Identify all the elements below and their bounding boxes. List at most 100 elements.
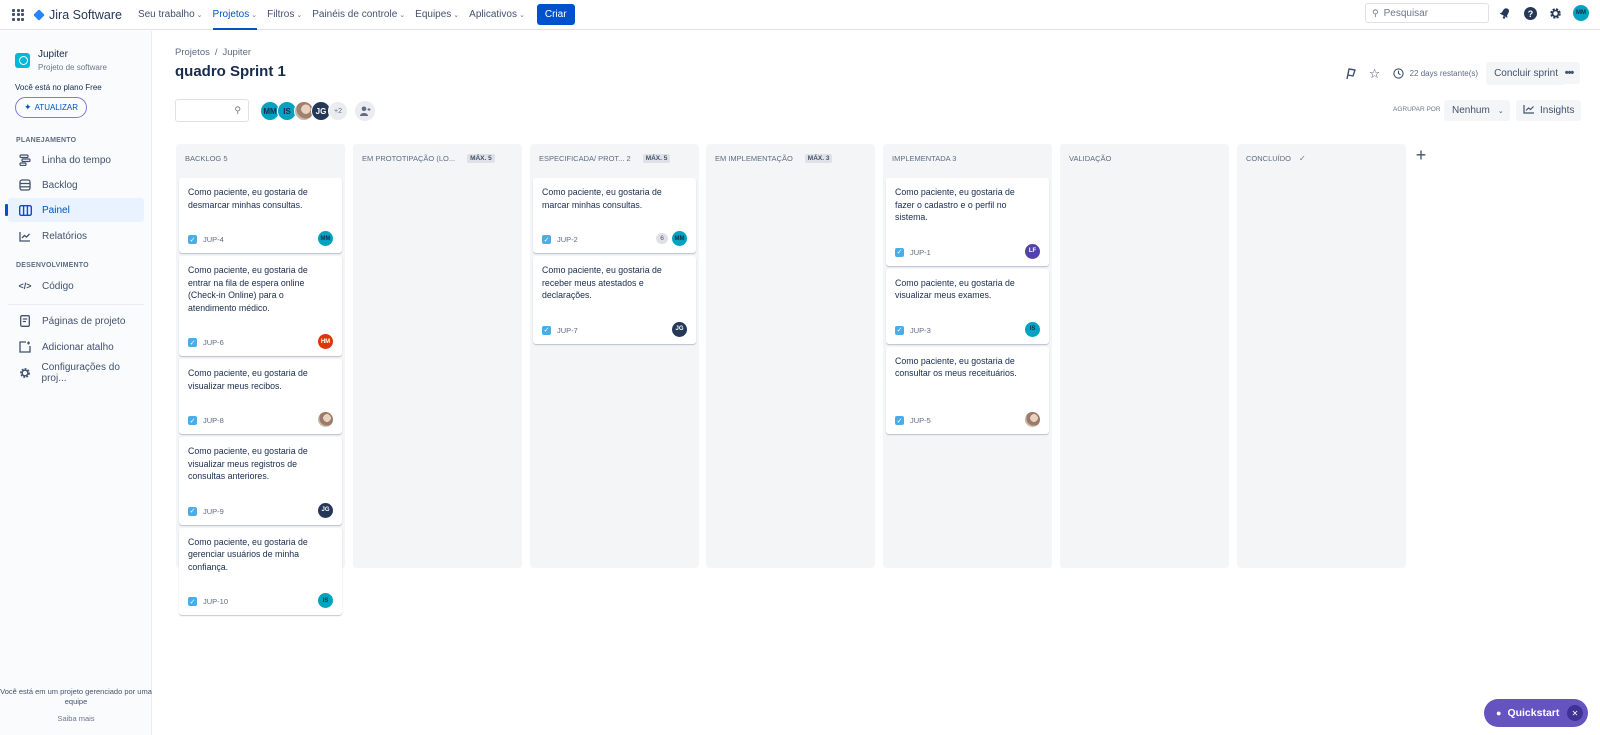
issue-key[interactable]: JUP-5: [910, 416, 931, 425]
breadcrumb-projects[interactable]: Projetos: [175, 47, 210, 58]
assignee-avatar[interactable]: [1025, 412, 1040, 427]
assignee-avatar[interactable]: HM: [318, 334, 333, 349]
group-by-select[interactable]: Nenhum ⌄: [1444, 100, 1510, 121]
issue-key[interactable]: JUP-1: [910, 248, 931, 257]
issue-key[interactable]: JUP-9: [203, 507, 224, 516]
filter-avatar-more[interactable]: +2: [328, 101, 348, 121]
issue-key[interactable]: JUP-6: [203, 338, 224, 347]
assignee-avatar[interactable]: JG: [318, 502, 333, 518]
global-search-input[interactable]: ⚲ Pesquisar: [1365, 3, 1489, 23]
sidebar-item-project-pages[interactable]: Páginas de projeto: [8, 309, 144, 333]
add-shortcut-icon: [18, 340, 32, 354]
top-navigation: Jira Software Seu trabalho ⌄ Projetos ⌄ Fi…: [0, 0, 1600, 30]
sidebar-item-code[interactable]: </> Código: [8, 274, 144, 298]
assignee-avatar[interactable]: IS: [318, 593, 333, 608]
column-header[interactable]: VALIDAÇÃO: [1069, 154, 1111, 163]
board-column: VALIDAÇÃO: [1060, 144, 1229, 568]
column-header[interactable]: EM PROTOTIPAÇÃO (LO... MÁX. 5: [362, 154, 495, 163]
board-icon: [18, 203, 32, 217]
quickstart-button[interactable]: ● Quickstart ✕: [1484, 699, 1588, 727]
nav-teams[interactable]: Equipes ⌄: [415, 0, 459, 30]
board-search-input[interactable]: ⚲: [175, 99, 249, 122]
clock-icon: [1391, 66, 1407, 82]
board-column: BACKLOG 5 Como paciente, eu gostaria de d…: [176, 144, 345, 615]
issue-card[interactable]: Como paciente, eu gostaria de visualizar…: [886, 268, 1049, 344]
star-icon[interactable]: ☆: [1367, 66, 1383, 82]
column-title: CONCLUÍDO: [1246, 154, 1292, 163]
nav-filters[interactable]: Filtros ⌄: [267, 0, 302, 30]
upgrade-button[interactable]: ✦ ATUALIZAR: [15, 97, 87, 118]
issue-card[interactable]: Como paciente, eu gostaria de visualizar…: [179, 437, 342, 525]
column-title: ESPECIFICADA/ PROT... 2: [539, 154, 631, 163]
issue-card[interactable]: Como paciente, eu gostaria de desmarcar …: [179, 178, 342, 253]
issue-summary: Como paciente, eu gostaria de marcar min…: [542, 187, 662, 210]
issue-footer: ✓ JUP-9: [188, 506, 224, 516]
sidebar-item-backlog[interactable]: Backlog: [8, 173, 144, 197]
breadcrumb-project[interactable]: Jupiter: [223, 47, 252, 58]
header-actions: ☆ 22 days restante(s) Concluir sprint: [1335, 62, 1566, 85]
feedback-icon[interactable]: [1343, 66, 1359, 82]
issue-card[interactable]: Como paciente, eu gostaria de marcar min…: [533, 178, 696, 253]
add-column-button[interactable]: +: [1410, 144, 1432, 166]
sidebar-item-add-shortcut[interactable]: Adicionar atalho: [8, 335, 144, 359]
issue-summary: Como paciente, eu gostaria de gerenciar …: [188, 536, 308, 572]
app-name: Jira Software: [49, 7, 122, 22]
board-column: EM IMPLEMENTAÇÃO MÁX. 3: [706, 144, 875, 568]
issue-card[interactable]: Como paciente, eu gostaria de entrar na …: [179, 256, 342, 356]
assignee-avatar[interactable]: [318, 412, 333, 427]
issue-card[interactable]: Como paciente, eu gostaria de consultar …: [886, 346, 1049, 434]
assignee-avatar[interactable]: JG: [672, 321, 687, 337]
issue-card[interactable]: Como paciente, eu gostaria de visualizar…: [179, 359, 342, 434]
board-column: CONCLUÍDO ✓: [1237, 144, 1406, 568]
issue-key[interactable]: JUP-4: [203, 235, 224, 244]
nav-your-work[interactable]: Seu trabalho ⌄: [138, 0, 203, 30]
issue-key[interactable]: JUP-3: [910, 326, 931, 335]
sidebar-item-timeline[interactable]: Linha do tempo: [8, 148, 144, 172]
help-icon[interactable]: ?: [1523, 6, 1537, 20]
nav-apps[interactable]: Aplicativos ⌄: [469, 0, 525, 30]
issue-card[interactable]: Como paciente, eu gostaria de fazer o ca…: [886, 178, 1049, 266]
notifications-icon[interactable]: [1498, 6, 1512, 20]
assignee-avatar[interactable]: IS: [1025, 321, 1040, 337]
assignee-avatar[interactable]: MM: [318, 231, 333, 246]
settings-gear-icon[interactable]: [1548, 6, 1562, 20]
column-title: VALIDAÇÃO: [1069, 154, 1112, 163]
column-header[interactable]: CONCLUÍDO ✓: [1246, 154, 1306, 163]
app-switcher-icon[interactable]: [12, 8, 24, 21]
issue-key[interactable]: JUP-2: [557, 235, 578, 244]
sidebar-item-project-settings[interactable]: Configurações do proj...: [8, 361, 144, 385]
issue-footer: ✓ JUP-7: [542, 325, 578, 335]
issue-key[interactable]: JUP-7: [557, 326, 578, 335]
jira-logo[interactable]: Jira Software: [32, 8, 122, 22]
column-title: IMPLEMENTADA 3: [892, 154, 957, 163]
close-icon[interactable]: ✕: [1567, 705, 1583, 721]
sidebar-item-reports[interactable]: Relatórios: [8, 224, 144, 248]
sidebar-item-label: Backlog: [42, 179, 78, 191]
complete-sprint-button[interactable]: Concluir sprint: [1486, 62, 1566, 85]
issue-key[interactable]: JUP-10: [203, 597, 228, 606]
more-actions-button[interactable]: •••: [1558, 62, 1580, 84]
insights-button[interactable]: Insights: [1516, 100, 1581, 121]
create-button[interactable]: Criar: [536, 4, 575, 25]
user-avatar[interactable]: MM: [1573, 5, 1589, 21]
assignee-avatar[interactable]: MM: [672, 231, 687, 246]
story-checkbox-icon: ✓: [188, 506, 197, 516]
sidebar-item-label: Relatórios: [42, 230, 88, 242]
sidebar-item-board[interactable]: Painel: [8, 198, 144, 222]
nav-projects[interactable]: Projetos ⌄: [212, 0, 257, 30]
section-planning: PLANEJAMENTO: [16, 137, 77, 144]
issue-card[interactable]: Como paciente, eu gostaria de gerenciar …: [179, 527, 342, 615]
issue-key[interactable]: JUP-8: [203, 416, 224, 425]
column-header[interactable]: IMPLEMENTADA 3: [892, 154, 956, 163]
learn-more-link[interactable]: Saiba mais: [0, 714, 152, 723]
column-header[interactable]: ESPECIFICADA/ PROT... 2 MÁX. 5: [539, 154, 671, 163]
project-header[interactable]: Jupiter Projeto de software: [15, 49, 107, 72]
nav-dashboards[interactable]: Painéis de controle ⌄: [312, 0, 405, 30]
issue-card[interactable]: Como paciente, eu gostaria de receber me…: [533, 256, 696, 344]
add-people-icon[interactable]: [355, 101, 375, 121]
sidebar-item-label: Configurações do proj...: [41, 362, 120, 384]
column-header[interactable]: BACKLOG 5: [185, 154, 228, 163]
assignee-avatar[interactable]: LF: [1025, 243, 1040, 259]
column-header[interactable]: EM IMPLEMENTAÇÃO MÁX. 3: [715, 154, 833, 163]
issue-footer: ✓ JUP-6: [188, 338, 224, 347]
